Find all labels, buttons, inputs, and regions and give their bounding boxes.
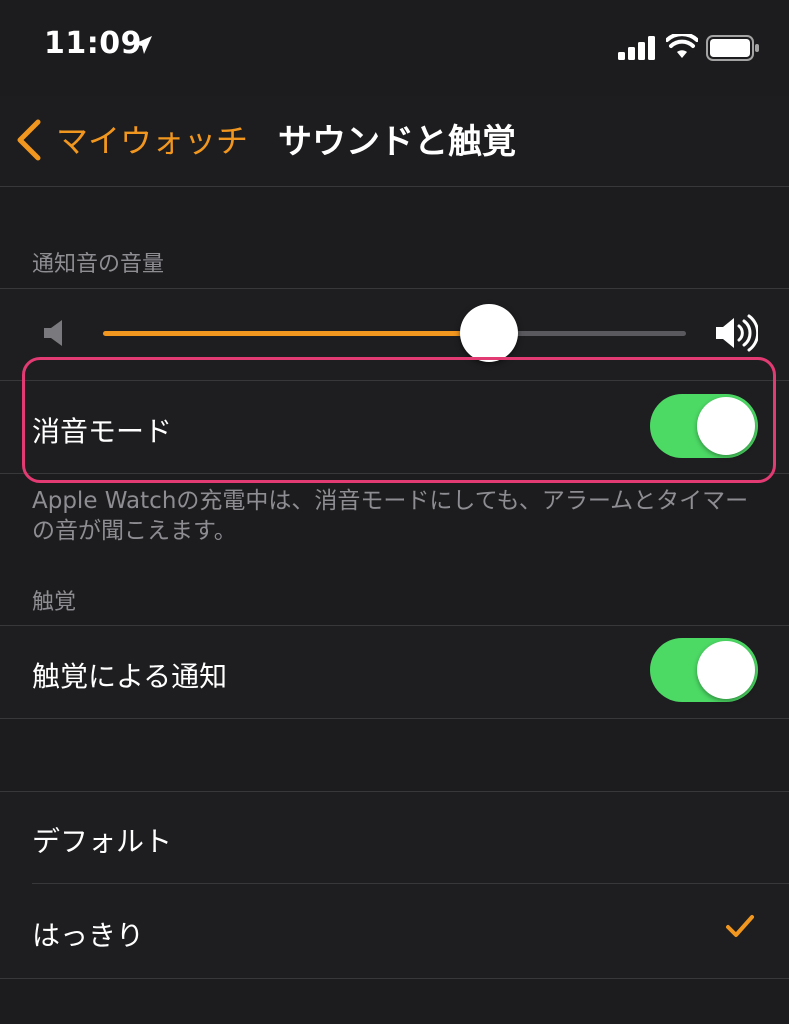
- status-time: 11:09: [44, 26, 142, 61]
- option-prominent-label: はっきり: [32, 919, 145, 952]
- page-title: サウンドと触覚: [278, 122, 516, 162]
- option-default-label: デフォルト: [32, 825, 173, 858]
- battery-icon: [706, 35, 759, 61]
- section-header-volume: 通知音の音量: [32, 252, 165, 277]
- volume-slider-thumb[interactable]: [460, 304, 518, 362]
- speaker-high-icon: [716, 314, 758, 352]
- haptic-alerts-toggle[interactable]: [650, 638, 758, 702]
- signal-icon: [618, 36, 655, 60]
- back-button[interactable]: マイウォッチ: [56, 116, 248, 162]
- haptic-alerts-label: 触覚による通知: [32, 660, 228, 693]
- volume-slider-fill: [103, 331, 489, 336]
- checkmark-icon: [726, 915, 754, 937]
- speaker-low-icon: [44, 320, 62, 346]
- section-header-haptics: 触覚: [32, 590, 77, 615]
- chevron-left-icon[interactable]: [14, 118, 44, 162]
- volume-slider-track[interactable]: [489, 331, 686, 336]
- wifi-icon: [666, 34, 698, 58]
- option-prominent-row[interactable]: はっきり: [0, 884, 789, 976]
- location-arrow-icon: [134, 36, 152, 54]
- toggle-knob: [697, 641, 755, 699]
- highlight-annotation: [22, 357, 776, 483]
- silent-mode-footnote: Apple Watchの充電中は、消音モードにしても、アラームとタイマーの音が聞…: [32, 488, 749, 544]
- option-default-row[interactable]: デフォルト: [0, 792, 789, 883]
